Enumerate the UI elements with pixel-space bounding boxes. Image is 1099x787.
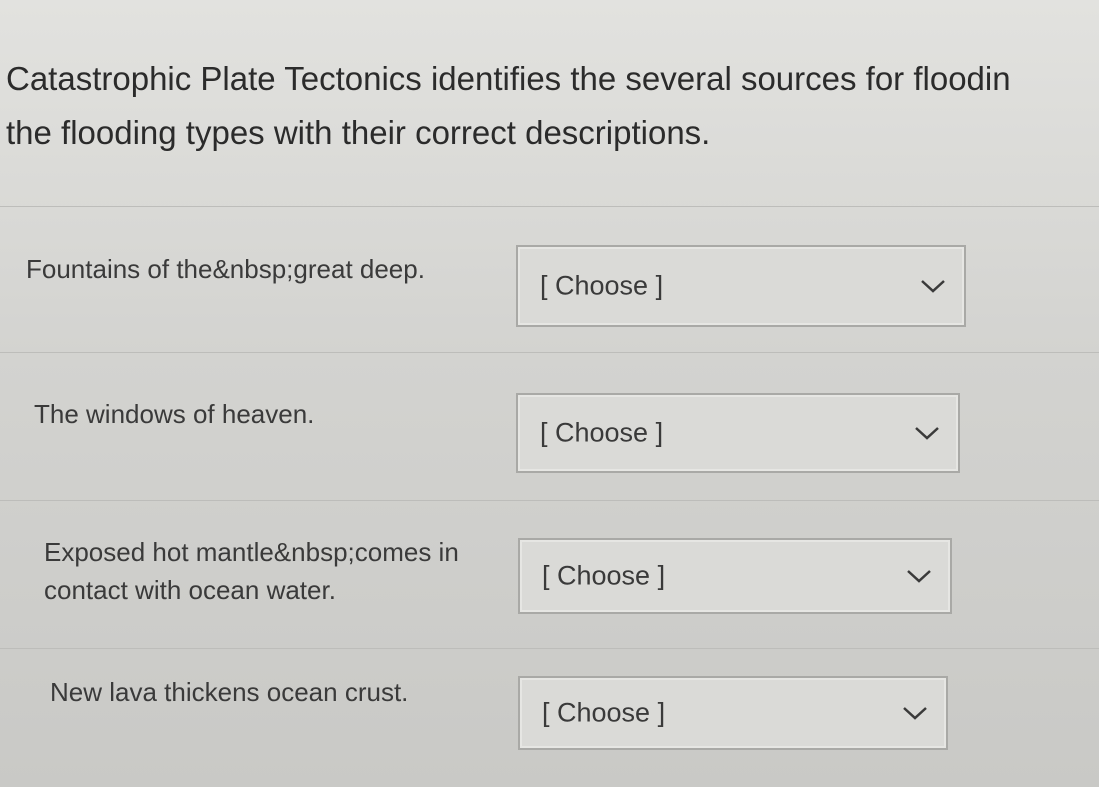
match-select-1[interactable]: [ Choose ] bbox=[516, 245, 966, 327]
separator bbox=[0, 352, 1099, 353]
match-prompt-3: Exposed hot mantle&nbsp;comes in contact… bbox=[44, 533, 459, 609]
match-prompt-4: New lava thickens ocean crust. bbox=[50, 677, 409, 707]
chevron-down-icon bbox=[903, 707, 927, 720]
match-select-4[interactable]: [ Choose ] bbox=[518, 676, 948, 750]
select-value-4: [ Choose ] bbox=[542, 697, 666, 728]
select-value-2: [ Choose ] bbox=[540, 417, 664, 448]
separator bbox=[0, 206, 1099, 207]
select-value-3: [ Choose ] bbox=[542, 560, 666, 591]
match-prompt-1: Fountains of the&nbsp;great deep. bbox=[26, 254, 425, 284]
match-prompt-2: The windows of heaven. bbox=[34, 399, 315, 429]
match-prompt-3-line-2: contact with ocean water. bbox=[44, 575, 336, 605]
separator bbox=[0, 648, 1099, 649]
match-prompt-3-line-1: Exposed hot mantle&nbsp;comes in bbox=[44, 537, 459, 567]
chevron-down-icon bbox=[907, 570, 931, 583]
select-value-1: [ Choose ] bbox=[540, 270, 664, 301]
match-select-2[interactable]: [ Choose ] bbox=[516, 393, 960, 473]
match-select-3[interactable]: [ Choose ] bbox=[518, 538, 952, 614]
separator bbox=[0, 500, 1099, 501]
chevron-down-icon bbox=[915, 427, 939, 440]
quiz-screen: Catastrophic Plate Tectonics identifies … bbox=[0, 0, 1099, 787]
chevron-down-icon bbox=[921, 280, 945, 293]
question-line-2: the flooding types with their correct de… bbox=[6, 114, 711, 151]
question-text: Catastrophic Plate Tectonics identifies … bbox=[6, 52, 1099, 160]
question-line-1: Catastrophic Plate Tectonics identifies … bbox=[6, 60, 1011, 97]
